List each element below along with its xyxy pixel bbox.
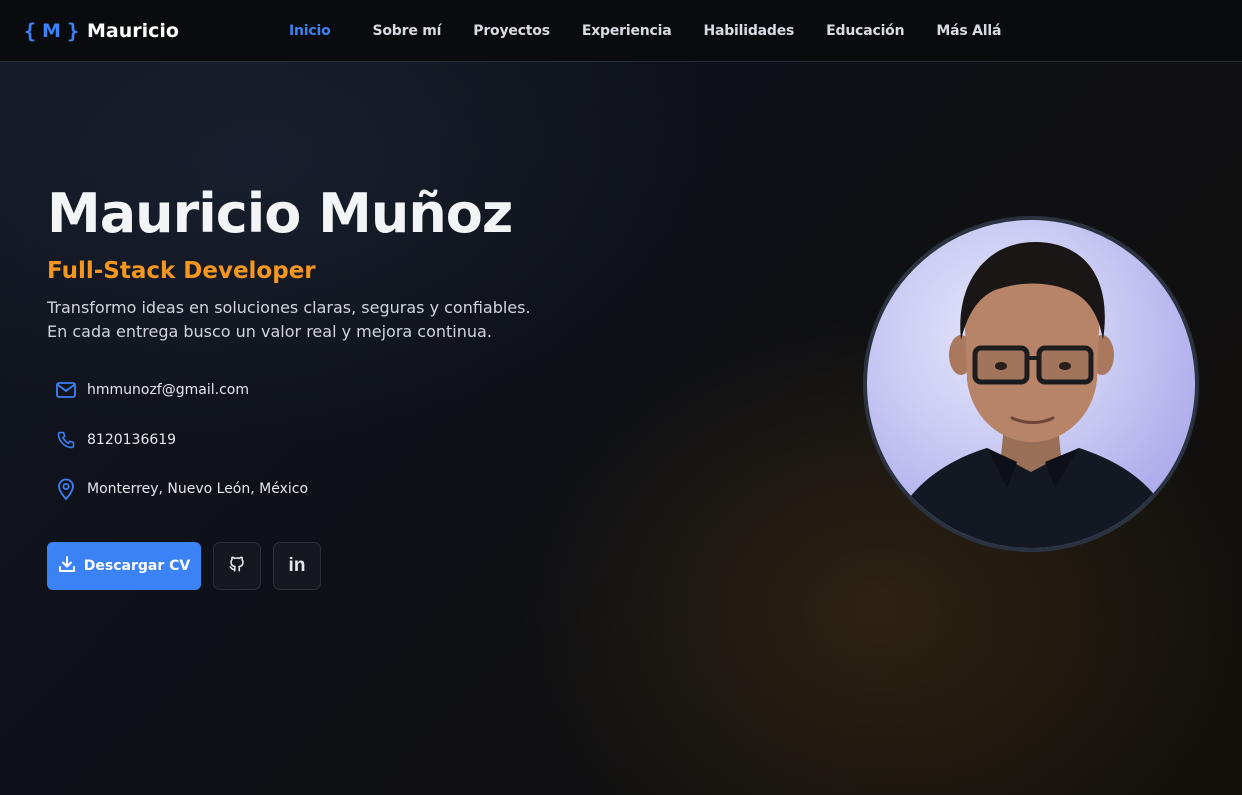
download-cv-label: Descargar CV xyxy=(83,558,191,574)
logo-close-brace: } xyxy=(66,19,80,43)
site-logo[interactable]: { M } Mauricio xyxy=(24,16,179,46)
linkedin-button[interactable]: in xyxy=(273,542,321,590)
hero-tagline: Transformo ideas en soluciones claras, s… xyxy=(47,296,647,344)
logo-name: Mauricio xyxy=(87,20,179,42)
profile-photo xyxy=(863,216,1199,552)
tagline-line-1: Transformo ideas en soluciones claras, s… xyxy=(47,298,531,317)
email-link[interactable]: hmmunozf@gmail.com xyxy=(87,382,249,398)
logo-letter: M xyxy=(42,20,61,42)
download-icon xyxy=(58,555,76,577)
contact-email: hmmunozf@gmail.com xyxy=(55,378,308,402)
logo-open-brace: { xyxy=(24,19,37,43)
nav-sobre-mi[interactable]: Sobre mí xyxy=(373,23,442,39)
hero-content: Mauricio Muñoz Full-Stack Developer Tran… xyxy=(47,180,647,344)
hero-name: Mauricio Muñoz xyxy=(47,182,513,245)
contact-location: Monterrey, Nuevo León, México xyxy=(55,477,308,501)
top-navbar: { M } Mauricio Inicio Sobre mí Proyectos… xyxy=(0,0,1242,62)
nav-educacion[interactable]: Educación xyxy=(826,23,904,39)
hero-actions: Descargar CV in xyxy=(47,542,321,590)
phone-number: 8120136619 xyxy=(87,431,177,448)
location-text: Monterrey, Nuevo León, México xyxy=(87,481,309,497)
nav-habilidades[interactable]: Habilidades xyxy=(703,23,794,39)
linkedin-icon: in xyxy=(288,555,306,576)
tagline-line-2: En cada entrega busco un valor real y me… xyxy=(47,322,492,341)
nav-experiencia[interactable]: Experiencia xyxy=(582,23,672,39)
phone-icon xyxy=(55,429,77,451)
github-icon xyxy=(228,555,246,577)
github-button[interactable] xyxy=(213,542,261,590)
contact-list: hmmunozf@gmail.com 8120136619 Monterrey,… xyxy=(55,378,308,527)
mail-icon xyxy=(55,379,77,401)
profile-photo-illustration xyxy=(887,242,1179,548)
nav-proyectos[interactable]: Proyectos xyxy=(473,23,550,39)
nav-links: Inicio Sobre mí Proyectos Experiencia Ha… xyxy=(289,0,1033,62)
nav-inicio[interactable]: Inicio xyxy=(289,23,331,39)
nav-mas-alla[interactable]: Más Allá xyxy=(936,23,1001,39)
download-cv-button[interactable]: Descargar CV xyxy=(47,542,201,590)
contact-phone: 8120136619 xyxy=(55,428,308,452)
hero-role: Full-Stack Developer xyxy=(47,258,316,284)
map-pin-icon xyxy=(55,478,77,500)
